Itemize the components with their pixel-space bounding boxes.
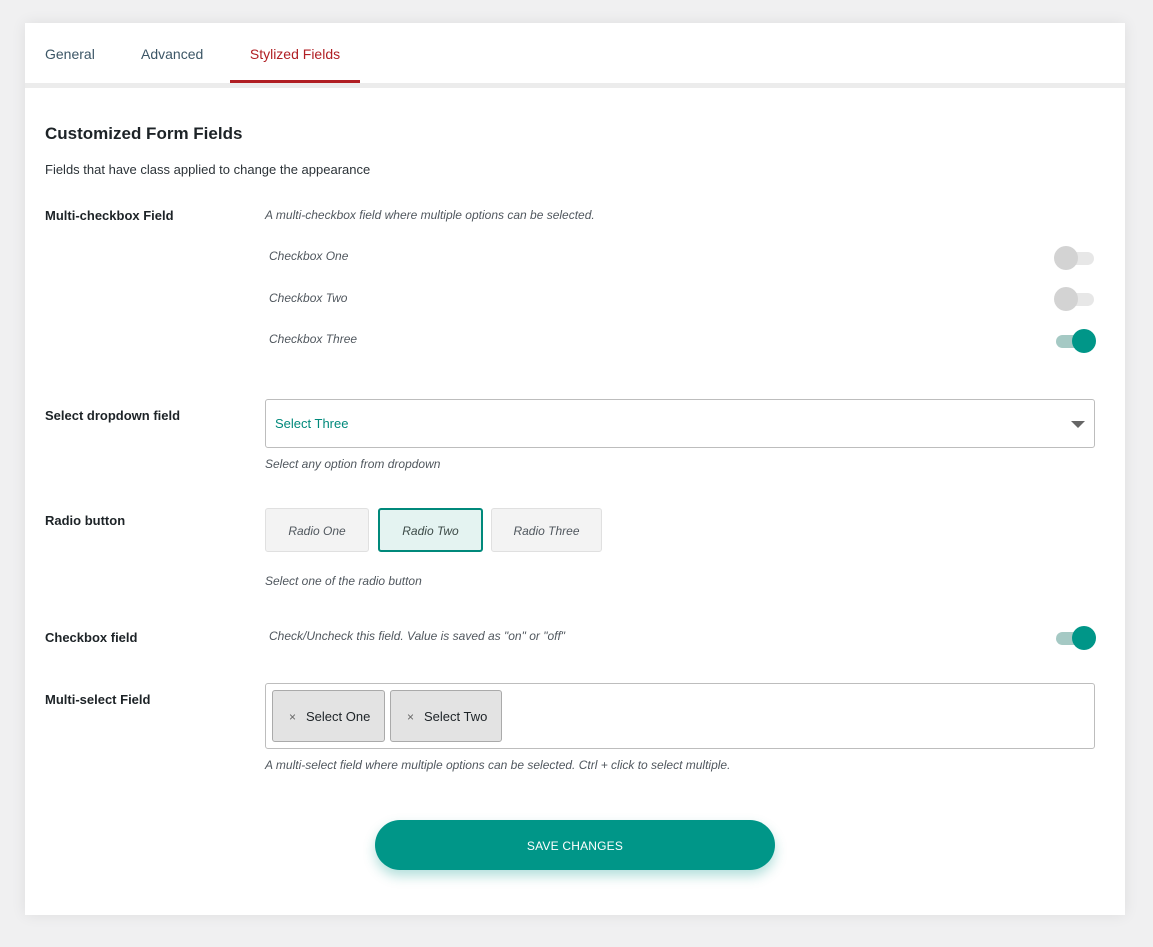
checkbox-one-toggle[interactable]: [1054, 246, 1096, 270]
checkbox-two-toggle[interactable]: [1054, 287, 1096, 311]
tab-advanced[interactable]: Advanced: [141, 23, 203, 83]
tab-bar: General Advanced Stylized Fields: [25, 23, 1125, 88]
select-dropdown-label: Select dropdown field: [45, 408, 181, 423]
radio-option-two[interactable]: Radio Two: [378, 508, 483, 552]
multi-checkbox-hint: A multi-checkbox field where multiple op…: [265, 208, 595, 222]
multi-select-hint: A multi-select field where multiple opti…: [265, 758, 731, 772]
toggle-knob: [1072, 626, 1096, 650]
checkbox-one-label: Checkbox One: [269, 249, 349, 263]
checkbox-field-label: Checkbox field: [45, 630, 138, 645]
chevron-down-icon: [1071, 421, 1085, 428]
chip-label: Select One: [306, 709, 371, 724]
radio-button-hint: Select one of the radio button: [265, 574, 422, 588]
select-dropdown-value: Select Three: [275, 416, 349, 431]
selected-chip[interactable]: × Select Two: [390, 690, 502, 742]
save-changes-button[interactable]: SAVE CHANGES: [375, 820, 775, 870]
radio-option-three[interactable]: Radio Three: [491, 508, 602, 552]
close-icon[interactable]: ×: [289, 691, 296, 743]
checkbox-three-toggle[interactable]: [1054, 329, 1096, 353]
radio-option-one[interactable]: Radio One: [265, 508, 369, 552]
multi-checkbox-label: Multi-checkbox Field: [45, 208, 174, 223]
checkbox-two-label: Checkbox Two: [269, 291, 348, 305]
toggle-knob: [1072, 329, 1096, 353]
section-title: Customized Form Fields: [45, 124, 243, 143]
chip-label: Select Two: [424, 709, 488, 724]
tab-stylized-fields[interactable]: Stylized Fields: [230, 23, 360, 83]
settings-panel: General Advanced Stylized Fields Customi…: [25, 23, 1125, 915]
select-dropdown-hint: Select any option from dropdown: [265, 457, 441, 471]
multi-select-label: Multi-select Field: [45, 692, 151, 707]
checkbox-field-toggle[interactable]: [1054, 626, 1096, 650]
select-dropdown[interactable]: Select Three: [265, 399, 1095, 448]
multi-select-input[interactable]: × Select One × Select Two: [265, 683, 1095, 749]
radio-button-label: Radio button: [45, 513, 126, 528]
toggle-knob: [1054, 287, 1078, 311]
section-description: Fields that have class applied to change…: [45, 162, 371, 177]
close-icon[interactable]: ×: [407, 691, 414, 743]
checkbox-field-hint: Check/Uncheck this field. Value is saved…: [269, 629, 566, 643]
selected-chip[interactable]: × Select One: [272, 690, 385, 742]
toggle-knob: [1054, 246, 1078, 270]
tab-general[interactable]: General: [45, 23, 95, 83]
checkbox-three-label: Checkbox Three: [269, 332, 358, 346]
